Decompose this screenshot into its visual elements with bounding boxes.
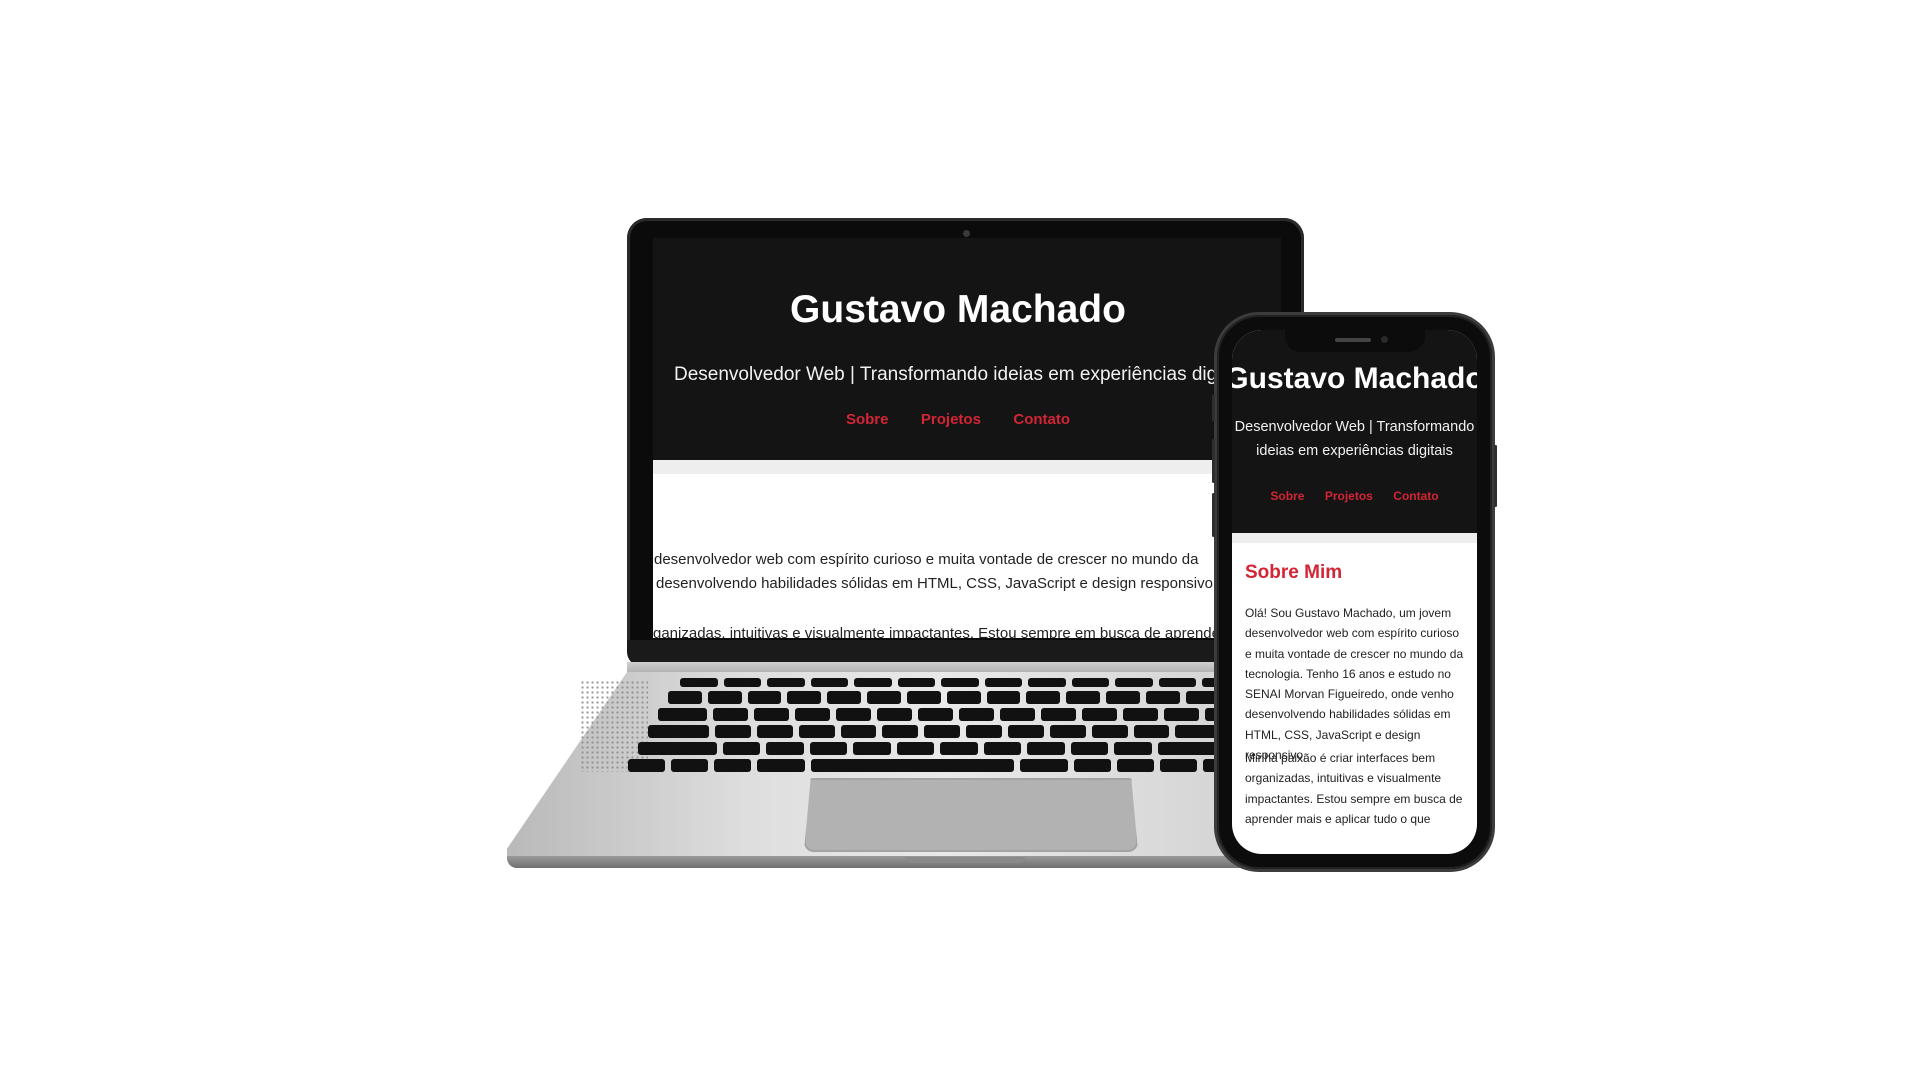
phone-button xyxy=(1212,493,1215,537)
about-text-line: desenvolvendo habilidades sólidas em HTM… xyxy=(656,575,1218,592)
laptop-screen: Gustavo Machado Desenvolvedor Web | Tran… xyxy=(653,238,1281,638)
about-paragraph: Olá! Sou Gustavo Machado, um jovem desen… xyxy=(1245,606,1464,763)
nav-link-projetos[interactable]: Projetos xyxy=(921,411,981,428)
site-nav: Sobre Projetos Contato xyxy=(653,411,1263,429)
phone-screen: Gustavo Machado Desenvolvedor Web | Tran… xyxy=(1232,330,1477,854)
phone-notch xyxy=(1285,330,1425,352)
about-heading: Sobre Mim xyxy=(1245,562,1343,583)
laptop-camera-icon xyxy=(963,230,970,237)
nav-link-projetos[interactable]: Projetos xyxy=(1325,489,1373,503)
laptop-mockup: Gustavo Machado Desenvolvedor Web | Tran… xyxy=(627,218,1304,666)
site-title: Gustavo Machado xyxy=(1232,362,1477,395)
about-paragraph: Minha paixão é criar interfaces bem orga… xyxy=(1245,751,1463,826)
laptop-lid-notch xyxy=(905,857,1025,863)
header-divider xyxy=(1232,533,1477,543)
about-text-line: ganizadas, intuitivas e visualmente impa… xyxy=(653,625,1220,638)
phone-button xyxy=(1494,445,1497,507)
laptop-trackpad xyxy=(804,778,1138,852)
site-title: Gustavo Machado xyxy=(790,288,1126,331)
phone-camera-icon xyxy=(1381,336,1388,343)
phone-mockup: Gustavo Machado Desenvolvedor Web | Tran… xyxy=(1212,315,1497,869)
site-subtitle: Desenvolvedor Web | Transformando ideias… xyxy=(1232,415,1477,463)
nav-link-sobre[interactable]: Sobre xyxy=(1270,489,1304,503)
site-header: Gustavo Machado Desenvolvedor Web | Tran… xyxy=(653,238,1281,460)
header-divider xyxy=(653,460,1281,474)
site-header: Gustavo Machado Desenvolvedor Web | Tran… xyxy=(1232,330,1477,533)
laptop-keyboard xyxy=(620,678,1241,778)
site-nav: Sobre Projetos Contato xyxy=(1232,487,1477,505)
about-text-line: desenvolvedor web com espírito curioso e… xyxy=(654,551,1199,568)
nav-link-contato[interactable]: Contato xyxy=(1013,411,1070,428)
site-subtitle-line: Desenvolvedor Web | Transformando xyxy=(1234,419,1475,435)
site-subtitle: Desenvolvedor Web | Transformando ideias… xyxy=(674,364,1238,385)
phone-button xyxy=(1212,439,1215,483)
nav-link-contato[interactable]: Contato xyxy=(1393,489,1438,503)
phone-speaker-icon xyxy=(1335,338,1371,342)
phone-button xyxy=(1212,395,1215,421)
nav-link-sobre[interactable]: Sobre xyxy=(846,411,889,428)
site-subtitle-line: ideias em experiências digitais xyxy=(1256,443,1453,459)
